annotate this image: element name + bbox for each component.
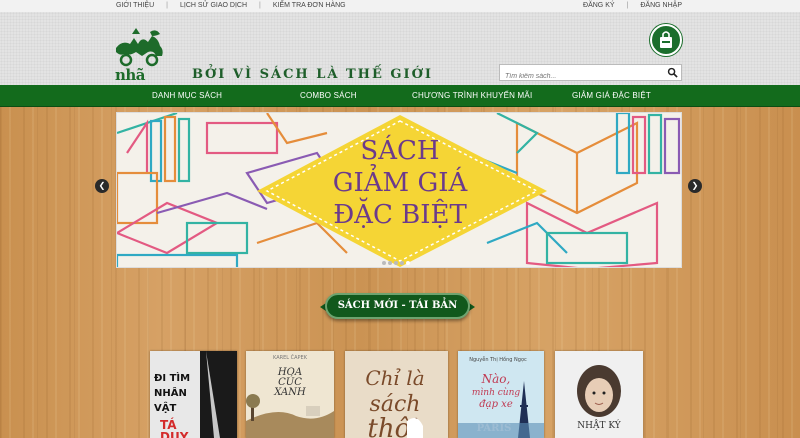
slide-dot[interactable] [382,261,386,265]
book-cover[interactable]: KAREL ČAPEK HOA CÚC XANH [246,351,334,438]
link-order-tracking[interactable]: KIỂM TRA ĐƠN HÀNG [273,2,346,9]
login-link[interactable]: ĐĂNG NHẬP [640,2,682,9]
svg-text:mình cùng: mình cùng [472,387,520,398]
slide-dot[interactable] [394,261,398,265]
slide-dot-active[interactable] [406,261,410,265]
svg-text:VẬT: VẬT [154,401,176,414]
site-tagline: BỞI VÌ SÁCH LÀ THẾ GIỚI [192,67,433,82]
link-about[interactable]: GIỚI THIỆU [116,2,154,9]
book-cover-art: Nguyễn Thị Hồng Ngọc Nào, mình cùng đạp … [458,351,544,438]
register-link[interactable]: ĐĂNG KÝ [583,2,615,9]
search-input[interactable] [500,69,660,84]
book-cover[interactable]: NHẬT KÝ [555,351,643,438]
banner-line-2: GIẢM GIÁ [333,164,469,198]
promo-banner[interactable]: SÁCH GIẢM GIÁ ĐẶC BIỆT [116,112,682,268]
svg-text:NHÂN: NHÂN [154,386,187,399]
search-icon[interactable] [667,67,678,78]
nav-promotions[interactable]: CHƯƠNG TRÌNH KHUYẾN MÃI [412,91,532,100]
banner-illustration: SÁCH GIẢM GIÁ ĐẶC BIỆT [117,113,681,267]
svg-text:NHẬT KÝ: NHẬT KÝ [577,419,622,431]
chevron-left-icon: ❮ [98,181,106,190]
banner-line-3: ĐẶC BIỆT [333,197,467,230]
book-cover[interactable]: ĐI TÌM NHÂN VẬT TÁ DUY [150,351,237,438]
search-box [499,64,682,84]
logo-emblem-icon [116,28,163,67]
banner-line-1: SÁCH [360,134,439,166]
svg-text:ĐI TÌM: ĐI TÌM [154,371,190,384]
site-header: nhã nam BỞI VÌ SÁCH LÀ THẾ GIỚI [0,12,800,102]
site-logo[interactable]: nhã nam [112,26,172,102]
svg-text:đạp xe: đạp xe [479,399,513,410]
svg-text:KAREL ČAPEK: KAREL ČAPEK [273,354,308,361]
svg-text:Nào,: Nào, [481,372,511,386]
svg-text:Nguyễn Thị Hồng Ngọc: Nguyễn Thị Hồng Ngọc [469,355,527,363]
main-nav: DANH MỤC SÁCH COMBO SÁCH CHƯƠNG TRÌNH KH… [0,85,800,107]
book-cover[interactable]: Nguyễn Thị Hồng Ngọc Nào, mình cùng đạp … [458,351,544,438]
svg-text:Chỉ là: Chỉ là [365,366,424,390]
book-cover-art: NHẬT KÝ [555,351,643,438]
nav-book-categories[interactable]: DANH MỤC SÁCH [152,91,222,100]
book-cover[interactable]: Chỉ là sách thôi [345,351,448,438]
link-transaction-history[interactable]: LỊCH SỬ GIAO DỊCH [180,2,247,9]
book-cover-art: KAREL ČAPEK HOA CÚC XANH [246,351,334,438]
divider: | [626,2,629,9]
divider: | [166,2,168,9]
nav-book-combo[interactable]: COMBO SÁCH [300,91,357,100]
book-cover-art: ĐI TÌM NHÂN VẬT TÁ DUY [150,351,237,438]
svg-text:DUY: DUY [160,430,189,438]
cart-button[interactable] [650,24,682,56]
section-title: SÁCH MỚI - TÁI BẢN [337,300,458,311]
top-links: GIỚI THIỆU | LỊCH SỬ GIAO DỊCH | KIỂM TR… [116,2,346,9]
svg-text:XANH: XANH [273,387,306,398]
book-cover-art: Chỉ là sách thôi [345,351,448,438]
divider: | [259,2,261,9]
banner-pagination [382,261,410,265]
slide-dot[interactable] [388,261,392,265]
banner-next-button[interactable]: ❯ [688,179,702,193]
slide-dot[interactable] [400,261,404,265]
chevron-right-icon: ❯ [691,181,699,190]
section-heading: SÁCH MỚI - TÁI BẢN [320,291,475,321]
nav-special-discount[interactable]: GIẢM GIÁ ĐẶC BIỆT [572,91,651,100]
shopping-bag-icon [660,31,672,48]
top-bar: GIỚI THIỆU | LỊCH SỬ GIAO DỊCH | KIỂM TR… [0,0,800,12]
account-links: ĐĂNG KÝ | ĐĂNG NHẬP [583,2,682,9]
banner-prev-button[interactable]: ❮ [95,179,109,193]
